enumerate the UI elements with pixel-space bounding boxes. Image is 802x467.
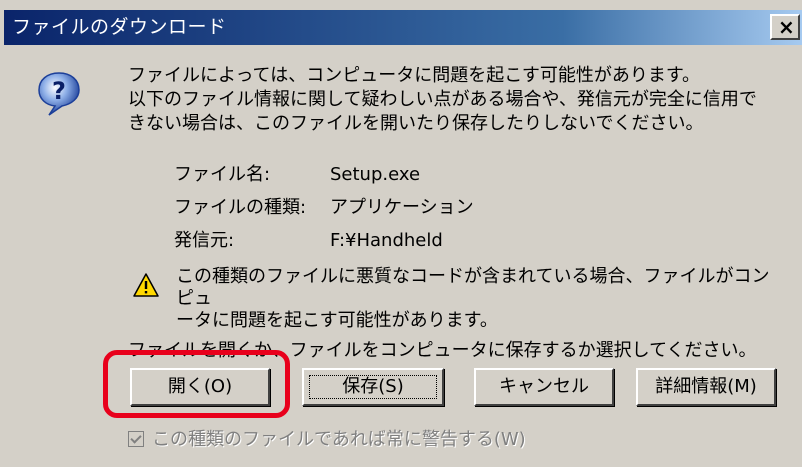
file-name-label: ファイル名: (174, 164, 271, 185)
save-button[interactable]: 保存(S) (302, 368, 444, 406)
file-source-value: F:¥Handheld (330, 230, 443, 251)
cancel-button[interactable]: キャンセル (474, 368, 614, 406)
svg-text:?: ? (52, 77, 66, 105)
question-icon: ? (38, 72, 80, 116)
file-source-row: 発信元: F:¥Handheld (174, 230, 443, 252)
always-warn-checkbox-row[interactable]: この種類のファイルであれば常に警告する(W) (128, 428, 526, 452)
always-warn-label: この種類のファイルであれば常に警告する(W) (152, 429, 526, 450)
file-source-label: 発信元: (174, 230, 235, 251)
file-type-row: ファイルの種類: アプリケーション (174, 197, 474, 219)
file-name-value: Setup.exe (330, 164, 421, 185)
open-button-highlight (103, 350, 290, 418)
window-title: ファイルのダウンロード (12, 16, 227, 38)
always-warn-checkbox[interactable] (128, 431, 144, 447)
warning-message: この種類のファイルに悪質なコードが含まれている場合、ファイルがコンピュ ータに問… (176, 266, 770, 331)
file-name-row: ファイル名: Setup.exe (174, 164, 420, 186)
warning-icon (133, 273, 159, 297)
title-bar[interactable]: ファイルのダウンロード × (4, 10, 802, 45)
close-button[interactable]: × (770, 14, 800, 40)
close-icon: × (778, 15, 795, 39)
intro-message: ファイルによっては、コンピュータに問題を起こす可能性があります。 以下のファイル… (128, 65, 757, 134)
file-download-dialog: ファイルのダウンロード × ? ファイルによっては、コンピュータに問題を起こす可… (0, 0, 802, 467)
file-type-value: アプリケーション (330, 197, 474, 218)
file-type-label: ファイルの種類: (174, 197, 307, 218)
details-button[interactable]: 詳細情報(M) (636, 368, 776, 406)
